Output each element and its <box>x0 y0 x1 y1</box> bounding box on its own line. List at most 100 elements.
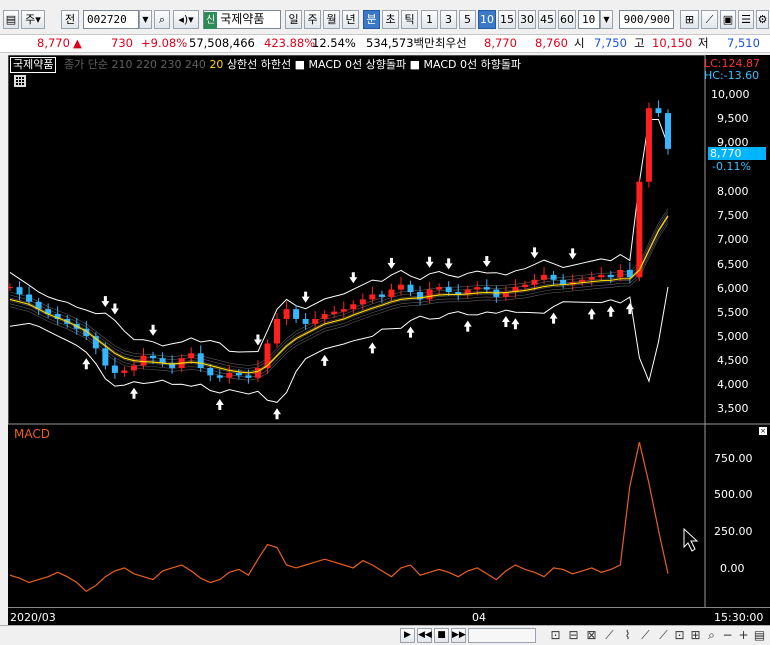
tab-second[interactable]: 초 <box>382 10 399 29</box>
stop-icon[interactable]: ■ <box>434 628 449 643</box>
draw-icon-4[interactable]: ⟋ <box>656 628 671 643</box>
draw-icon-5[interactable]: ⊡ <box>672 628 687 643</box>
hc-label: HC:-13.60 <box>704 69 760 82</box>
interval-dropdown-icon[interactable]: ▼ <box>600 10 613 29</box>
draw-icon-2[interactable]: ⌇ <box>620 628 635 643</box>
chart-svg[interactable] <box>8 55 770 625</box>
stock-name-box[interactable]: 신 국제약품 <box>203 10 281 29</box>
draw-icon-1[interactable]: ⟋ <box>602 628 617 643</box>
count-input[interactable]: 900/900 <box>619 10 674 29</box>
menu-icon[interactable]: ▤ <box>3 10 19 29</box>
draw-icon-3[interactable]: ⟋ <box>638 628 653 643</box>
candle-body <box>140 355 147 366</box>
low-price: 7,510 <box>727 36 760 50</box>
candle-body <box>226 372 233 378</box>
chart-type-icon-3[interactable]: ⊠ <box>584 628 599 643</box>
interval-3[interactable]: 3 <box>440 10 457 29</box>
broker-label: 최우선 <box>435 36 467 50</box>
new-tag: 신 <box>204 12 218 29</box>
speaker-icon[interactable]: ◂)▾ <box>173 10 199 29</box>
sell-signal-arrow <box>387 257 396 269</box>
buy-signal-arrow <box>606 305 615 317</box>
tab-year[interactable]: 년 <box>342 10 359 29</box>
upper-band-line <box>9 119 669 353</box>
interval-1[interactable]: 1 <box>421 10 438 29</box>
sell-signal-arrow <box>349 272 358 284</box>
last-icon[interactable]: ▶▶ <box>451 628 466 643</box>
fit-icon[interactable]: ▤ <box>752 628 767 643</box>
stock-name: 국제약품 <box>220 12 265 26</box>
sell-signal-arrow <box>530 247 539 259</box>
indicator-icon[interactable]: ⊞ <box>680 10 699 29</box>
code-dropdown-icon[interactable]: ▼ <box>139 10 152 29</box>
legend-stock-name[interactable]: 국제약품 <box>10 57 57 73</box>
candle-body <box>541 274 548 280</box>
volume: 57,508,466 <box>189 36 255 50</box>
scroll-track[interactable] <box>468 628 536 643</box>
interval-45[interactable]: 45 <box>538 10 556 29</box>
candle-body <box>407 284 414 293</box>
scroll-right-icon[interactable]: ▶ <box>400 628 415 643</box>
period-prefix-select[interactable]: 주▾ <box>21 10 45 29</box>
date-mid: 04 <box>472 611 486 624</box>
save-icon[interactable]: ▣ <box>720 10 736 29</box>
tab-day[interactable]: 일 <box>285 10 302 29</box>
grid-icon[interactable] <box>14 75 26 87</box>
zoom-out-icon[interactable]: − <box>720 628 735 643</box>
period-button[interactable]: 전 <box>61 10 79 29</box>
buy-signal-arrow <box>215 398 224 410</box>
macd-close-icon[interactable]: × <box>759 427 767 435</box>
candle-body <box>264 343 271 368</box>
buy-signal-arrow <box>587 308 596 320</box>
trade-amount: 534,573백만 <box>366 36 435 50</box>
buy-signal-arrow <box>129 387 138 399</box>
first-icon[interactable]: ◀◀ <box>417 628 432 643</box>
chart-type-icon-2[interactable]: ⊟ <box>566 628 581 643</box>
candle-body <box>130 365 137 371</box>
date-axis: 2020/03 04 15:30:00 <box>8 607 770 625</box>
ask-price: 8,770 <box>484 36 517 50</box>
price-tick: 6,500 <box>717 258 749 271</box>
candle-body <box>216 375 223 378</box>
interval-10[interactable]: 10 <box>478 10 496 29</box>
search-icon[interactable]: ⌕ <box>154 10 170 29</box>
chart-legend: 국제약품 종가 단순 210 220 230 240 20 상한선 하한선 ■ … <box>10 57 521 73</box>
draw-icon-6[interactable]: ⊞ <box>688 628 703 643</box>
sell-signal-arrow <box>110 303 119 315</box>
candle-body <box>207 367 214 376</box>
settings-icon[interactable]: ⚙ <box>756 10 769 29</box>
bottom-toolbar: ▶ ◀◀ ■ ▶▶ ⊡ ⊟ ⊠ ⟋ ⌇ ⟋ ⟋ ⊡ ⊞ ⌕ − + ▤ <box>0 625 770 645</box>
tab-month[interactable]: 월 <box>323 10 340 29</box>
buy-signal-arrow <box>273 408 282 420</box>
interval-30[interactable]: 30 <box>518 10 536 29</box>
candle-body <box>340 309 347 312</box>
draw-line-icon[interactable]: ⟋ <box>701 10 718 29</box>
interval-15[interactable]: 15 <box>498 10 516 29</box>
price-tick: 5,500 <box>717 306 749 319</box>
tab-minute[interactable]: 분 <box>363 10 380 29</box>
candle-body <box>521 284 528 288</box>
current-price: 8,770 <box>37 36 70 50</box>
interval-5[interactable]: 5 <box>459 10 476 29</box>
zoom-in-icon[interactable]: + <box>736 628 751 643</box>
buy-signal-arrow <box>463 320 472 332</box>
ma-line <box>9 208 669 366</box>
menu-list-icon[interactable]: ☰ <box>738 10 754 29</box>
low-label: 저 <box>698 36 709 50</box>
candle-body <box>426 289 433 300</box>
up-arrow-icon: ▲ <box>73 36 82 50</box>
tab-week[interactable]: 주 <box>304 10 321 29</box>
chart-panel[interactable]: 국제약품 종가 단순 210 220 230 240 20 상한선 하한선 ■ … <box>8 55 770 625</box>
interval-select[interactable]: 10 <box>578 10 600 29</box>
chart-type-icon-1[interactable]: ⊡ <box>548 628 563 643</box>
stock-code-input[interactable]: 002720 <box>83 10 139 29</box>
macd-tick: 0.00 <box>720 562 745 575</box>
zoom-icon[interactable]: ⌕ <box>704 628 719 643</box>
tab-tick[interactable]: 틱 <box>401 10 418 29</box>
price-tick: 4,500 <box>717 354 749 367</box>
high-label: 고 <box>634 36 645 50</box>
sell-signal-arrow <box>482 255 491 267</box>
interval-60[interactable]: 60 <box>558 10 576 29</box>
buy-signal-arrow <box>501 316 510 328</box>
candle-body <box>293 309 300 319</box>
